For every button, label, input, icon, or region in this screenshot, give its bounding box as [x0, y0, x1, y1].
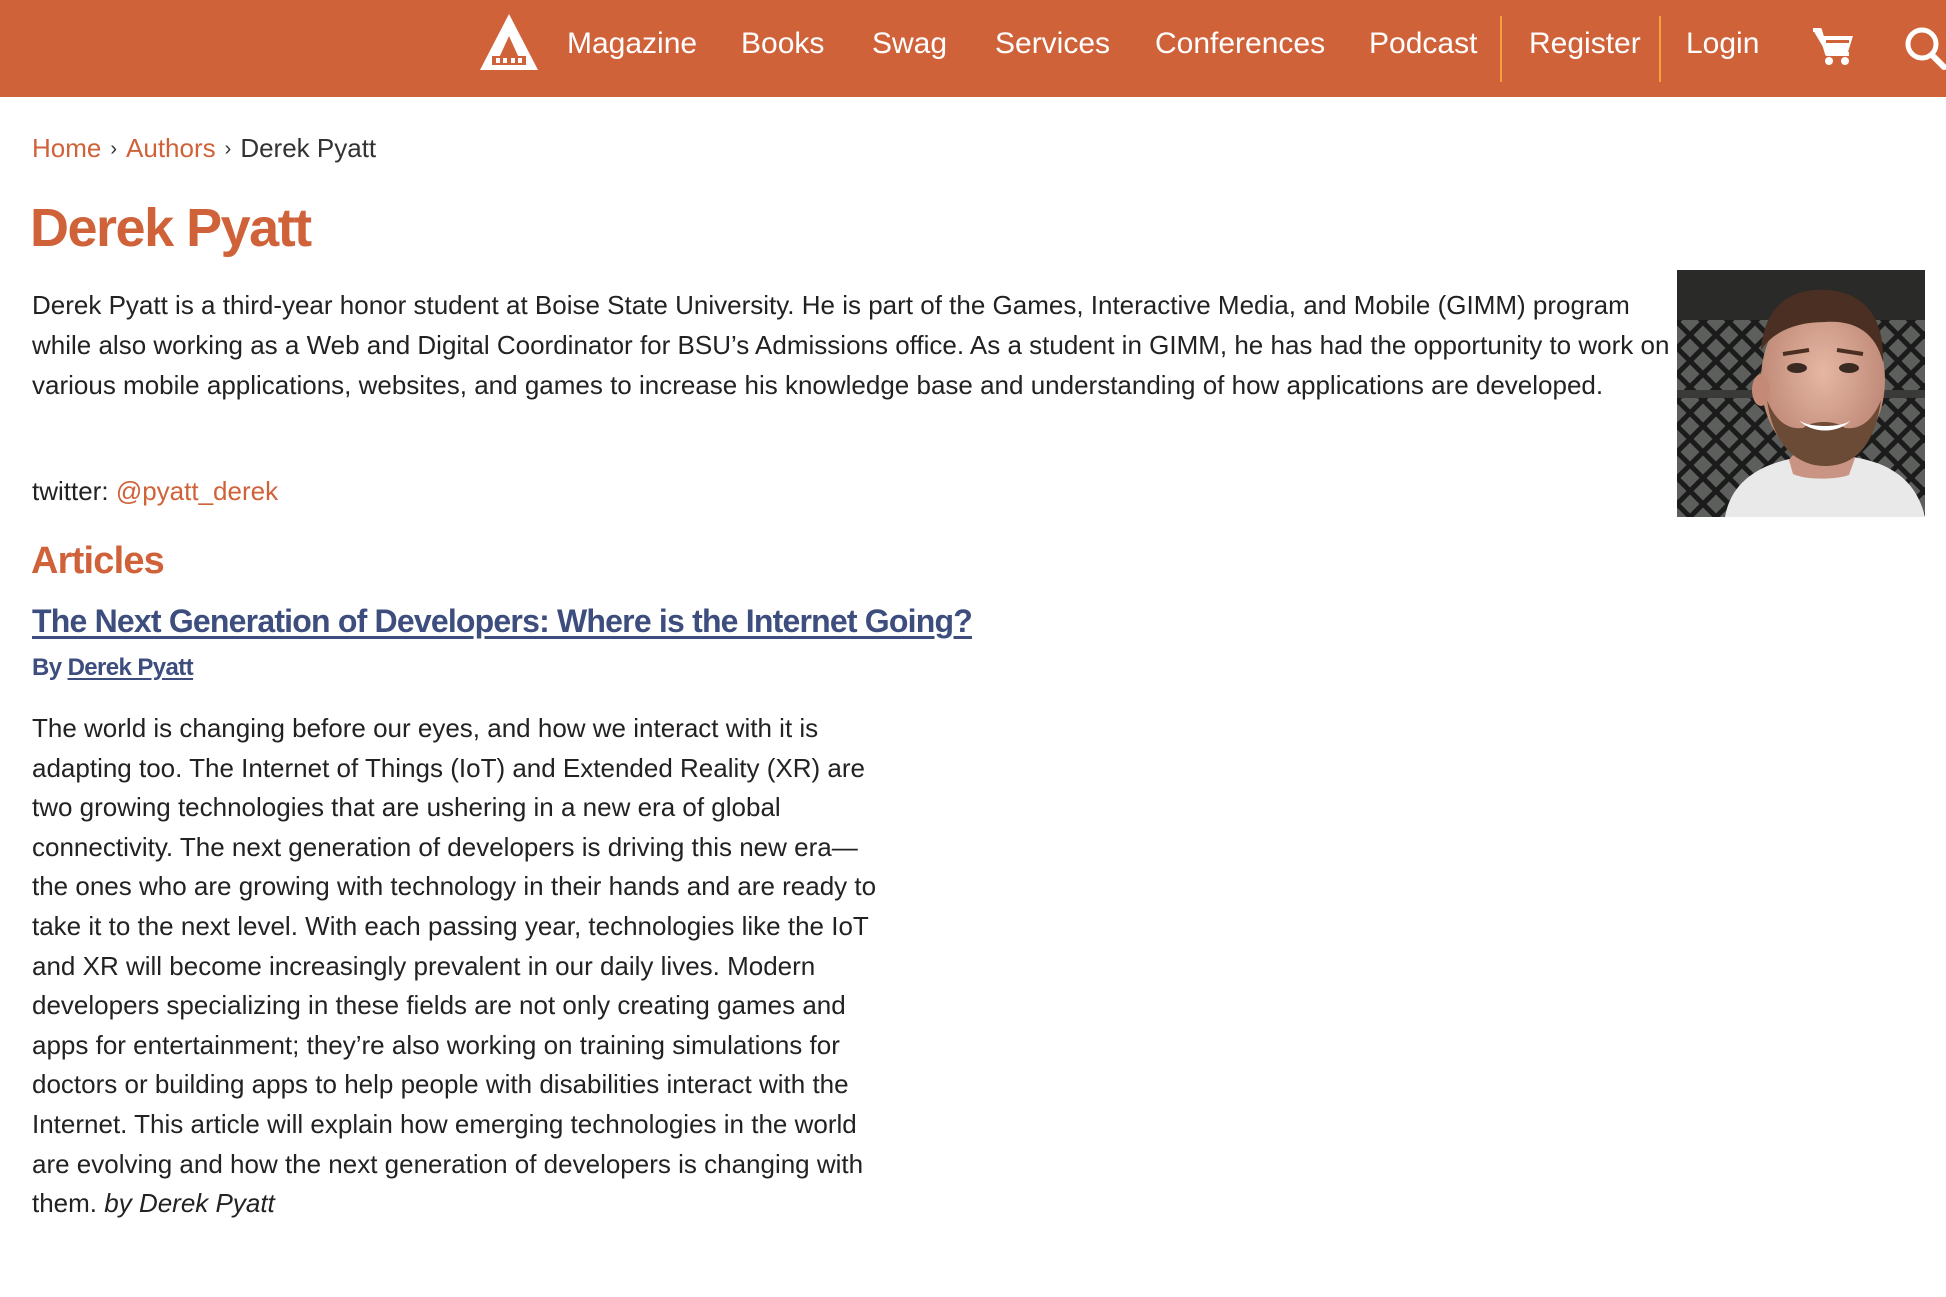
login-link[interactable]: Login: [1686, 24, 1759, 64]
site-header: Magazine Books Swag Services Conferences…: [0, 0, 1946, 97]
author-bio: Derek Pyatt is a third-year honor studen…: [32, 290, 1670, 400]
article-byline: By Derek Pyatt: [32, 651, 194, 685]
nav-podcast[interactable]: Podcast: [1369, 24, 1477, 64]
search-icon[interactable]: [1904, 26, 1946, 70]
excerpt-byline: by Derek Pyatt: [104, 1188, 275, 1219]
register-link[interactable]: Register: [1529, 24, 1641, 64]
nav-divider: [1500, 16, 1502, 82]
breadcrumb-separator: ›: [110, 138, 118, 160]
articles-heading: Articles: [31, 540, 165, 582]
article-title-link[interactable]: The Next Generation of Developers: Where…: [32, 598, 973, 644]
breadcrumb: Home › Authors › Derek Pyatt: [32, 131, 376, 168]
nav-divider: [1659, 16, 1661, 82]
twitter-label: twitter:: [32, 476, 109, 506]
breadcrumb-home[interactable]: Home: [32, 133, 101, 163]
nav-books[interactable]: Books: [741, 24, 824, 64]
breadcrumb-current: Derek Pyatt: [240, 133, 377, 163]
logo-icon[interactable]: [478, 12, 540, 72]
page-title: Derek Pyatt: [30, 198, 312, 258]
article-excerpt: The world is changing before our eyes, a…: [32, 709, 892, 1224]
nav-swag[interactable]: Swag: [872, 24, 947, 64]
nav-magazine[interactable]: Magazine: [567, 24, 697, 64]
byline-label: By: [32, 654, 62, 681]
twitter-handle-link[interactable]: @pyatt_derek: [116, 476, 278, 506]
cart-icon[interactable]: [1811, 26, 1855, 66]
breadcrumb-separator: ›: [224, 138, 232, 160]
breadcrumb-authors[interactable]: Authors: [126, 133, 216, 163]
author-photo: [1677, 270, 1925, 517]
nav-conferences[interactable]: Conferences: [1155, 24, 1325, 64]
excerpt-text: The world is changing before our eyes, a…: [32, 713, 877, 1219]
nav-services[interactable]: Services: [995, 24, 1110, 64]
byline-author-link[interactable]: Derek Pyatt: [68, 654, 194, 681]
twitter-line: twitter: @pyatt_derek: [32, 472, 278, 510]
